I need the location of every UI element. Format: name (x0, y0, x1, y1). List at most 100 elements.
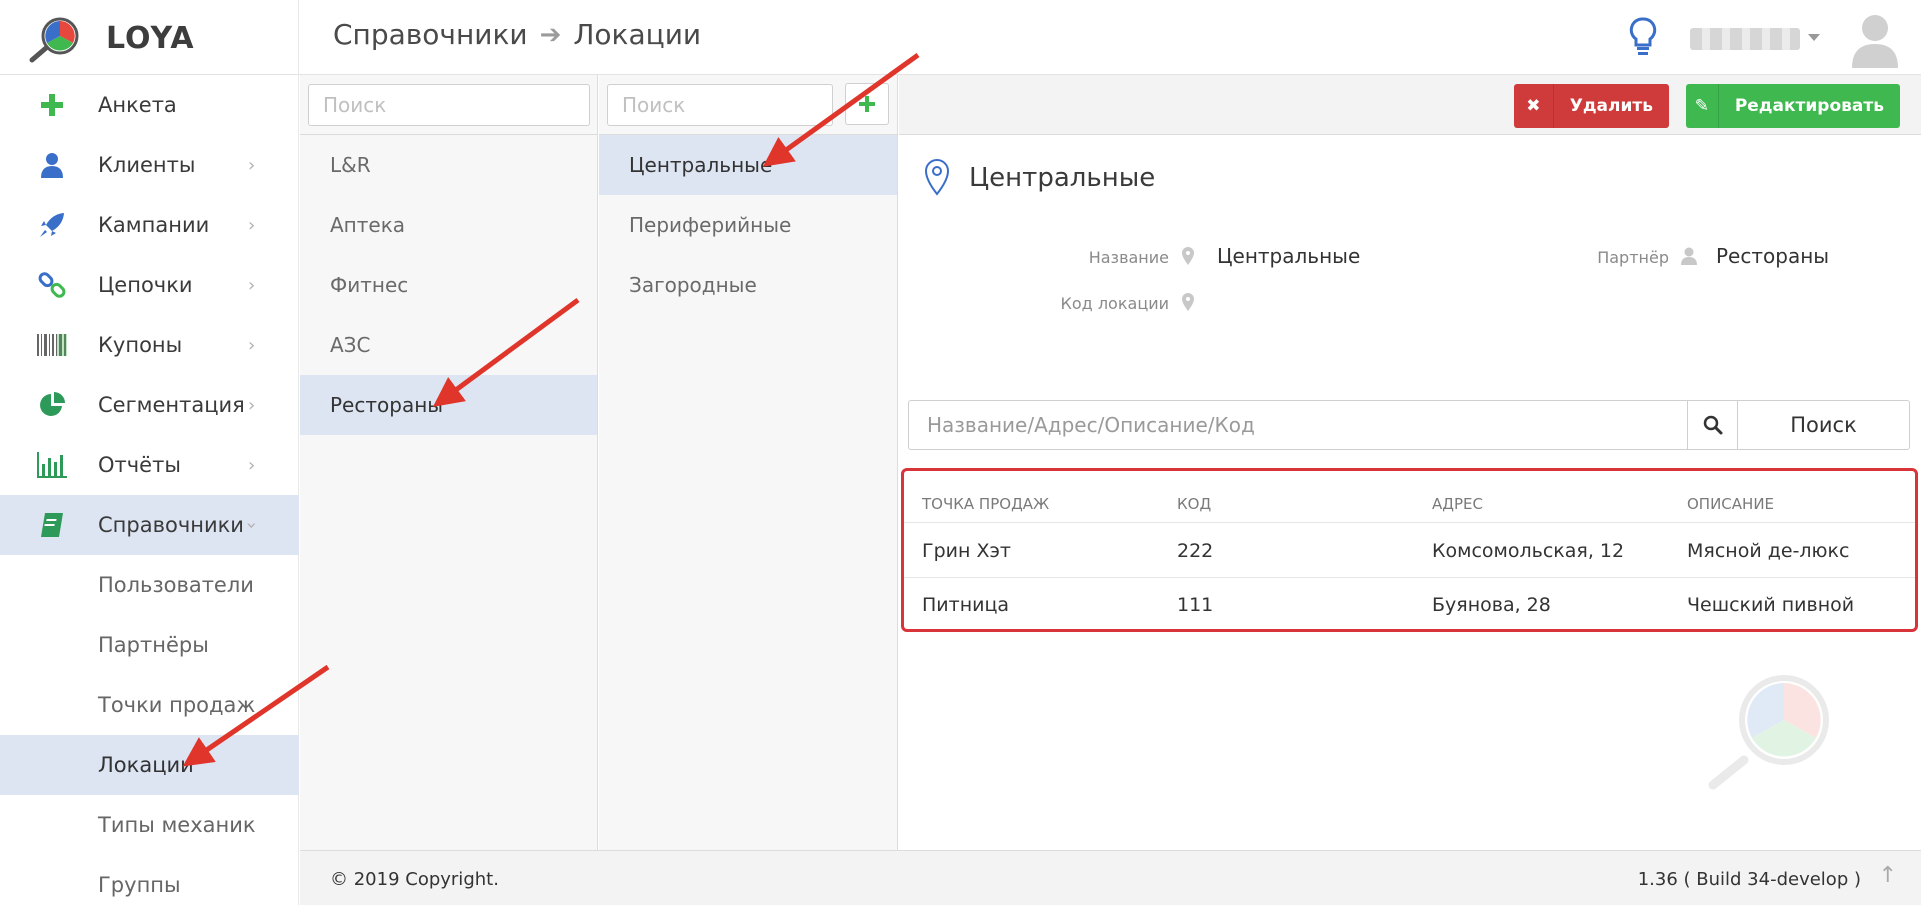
delete-button[interactable]: ✖ Удалить (1514, 84, 1669, 128)
table-cell: Буянова, 28 (1432, 594, 1551, 616)
edit-button[interactable]: ✎ Редактировать (1686, 84, 1900, 128)
partner-item[interactable]: Аптека (300, 195, 597, 255)
add-location-button[interactable] (845, 83, 889, 125)
location-item[interactable]: Периферийные (599, 195, 897, 255)
breadcrumb-current: Локации (573, 18, 702, 51)
sidebar-item-clients[interactable]: Клиенты › (0, 135, 299, 195)
map-pin-icon (1182, 247, 1194, 265)
partner-item[interactable]: L&R (300, 135, 597, 195)
user-name-blurred[interactable] (1690, 28, 1800, 50)
partner-item[interactable]: АЗС (300, 315, 597, 375)
table-cell: Грин Хэт (922, 540, 1011, 562)
sidebar-item-label: Справочники (98, 513, 244, 537)
sidebar-item-coupons[interactable]: Купоны › (0, 315, 299, 375)
edit-label: Редактировать (1734, 96, 1884, 116)
partner-item-selected[interactable]: Рестораны (300, 375, 597, 435)
location-item[interactable]: Загородные (599, 255, 897, 315)
column-header[interactable]: КОД (1177, 495, 1211, 513)
partner-item[interactable]: Фитнес (300, 255, 597, 315)
chevron-right-icon: › (248, 334, 256, 356)
sidebar-subitem-label: Точки продаж (98, 693, 256, 717)
app-root: LOYA Справочники ➔ Локации Анкета Клиент… (0, 0, 1921, 905)
partner-value: Рестораны (1716, 244, 1830, 268)
sidebar-subitem-groups[interactable]: Группы (0, 855, 299, 905)
table-cell: Мясной де-люкс (1687, 540, 1850, 562)
pencil-icon: ✎ (1686, 84, 1719, 128)
lightbulb-icon[interactable] (1628, 16, 1658, 58)
plus-icon (859, 96, 875, 112)
locations-search-input[interactable] (607, 84, 833, 126)
close-icon: ✖ (1514, 84, 1554, 128)
sidebar-item-directories[interactable]: Справочники › (0, 495, 299, 555)
sidebar-item-label: Анкета (98, 93, 177, 117)
partners-search-bar (300, 75, 597, 135)
table-cell: Комсомольская, 12 (1432, 540, 1625, 562)
partners-column: L&R Аптека Фитнес АЗС Рестораны (300, 75, 598, 850)
rocket-icon (36, 209, 68, 241)
table-cell: Питница (922, 594, 1010, 616)
table-cell: 222 (1177, 540, 1214, 562)
partner-label: Партнёр (1597, 248, 1669, 267)
points-search-input[interactable] (908, 400, 1687, 450)
detail-toolbar: ✖ Удалить ✎ Редактировать (899, 75, 1921, 135)
sidebar-item-label: Отчёты (98, 453, 181, 477)
sidebar-item-label: Клиенты (98, 153, 196, 177)
app-name: LOYA (106, 21, 195, 56)
search-icon (1703, 415, 1722, 435)
sidebar-subitem-partners[interactable]: Партнёры (0, 615, 299, 675)
divider (904, 522, 1915, 523)
table-cell: 111 (1177, 594, 1214, 616)
sidebar-item-form[interactable]: Анкета (0, 75, 299, 135)
chevron-right-icon: › (248, 154, 256, 176)
copyright-text: © 2019 Copyright. (330, 869, 499, 890)
search-button[interactable]: Поиск (1737, 400, 1910, 450)
avatar[interactable] (1848, 10, 1903, 68)
chevron-right-icon: › (248, 214, 256, 236)
user-icon (36, 149, 68, 181)
map-pin-icon (1182, 293, 1194, 311)
sidebar-subitem-label: Группы (98, 873, 181, 897)
locations-search-bar (599, 75, 897, 135)
partners-search-input[interactable] (308, 84, 590, 126)
footer: © 2019 Copyright. 1.36 ( Build 34-develo… (300, 850, 1921, 905)
sidebar-subitem-locations[interactable]: Локации (0, 735, 299, 795)
sidebar-item-segmentation[interactable]: Сегментация › (0, 375, 299, 435)
table-cell: Чешский пивной (1687, 594, 1855, 616)
locations-column: Центральные Периферийные Загородные (599, 75, 898, 850)
column-header[interactable]: ОПИСАНИЕ (1687, 495, 1774, 513)
sidebar-subitem-label: Пользователи (98, 573, 254, 597)
column-header[interactable]: ТОЧКА ПРОДАЖ (922, 495, 1049, 513)
chevron-down-icon[interactable] (1808, 34, 1820, 41)
sidebar-subitem-label: Локации (98, 753, 194, 777)
arrow-up-icon[interactable]: ↑ (1879, 863, 1897, 888)
search-icon-button[interactable] (1687, 400, 1738, 450)
user-icon (1681, 247, 1697, 265)
chevron-right-icon: › (248, 394, 256, 416)
column-header[interactable]: АДРЕС (1432, 495, 1483, 513)
sidebar-item-reports[interactable]: Отчёты › (0, 435, 299, 495)
breadcrumb-parent[interactable]: Справочники (333, 18, 528, 51)
sidebar-subitem-label: Типы механик (98, 813, 256, 837)
detail-title: Центральные (969, 163, 1156, 193)
sidebar-item-chains[interactable]: Цепочки › (0, 255, 299, 315)
breadcrumb: Справочники ➔ Локации (333, 18, 701, 51)
chevron-right-icon: › (248, 454, 256, 476)
sidebar-subitem-mechanic-types[interactable]: Типы механик (0, 795, 299, 855)
logo-watermark-icon (1708, 675, 1829, 790)
sidebar-item-campaigns[interactable]: Кампании › (0, 195, 299, 255)
version-text: 1.36 ( Build 34-develop ) (1637, 869, 1861, 890)
location-item-selected[interactable]: Центральные (599, 135, 897, 195)
pie-chart-icon (36, 389, 68, 421)
logo[interactable]: LOYA (0, 0, 299, 75)
sidebar-subitem-users[interactable]: Пользователи (0, 555, 299, 615)
divider (904, 577, 1915, 578)
location-code-label: Код локации (1060, 294, 1169, 313)
top-header: LOYA Справочники ➔ Локации (0, 0, 1921, 75)
bar-chart-icon (36, 449, 68, 481)
sidebar-item-label: Кампании (98, 213, 210, 237)
location-detail: ✖ Удалить ✎ Редактировать Центральные На… (899, 75, 1921, 850)
logo-icon (29, 17, 79, 63)
sidebar-item-label: Цепочки (98, 273, 193, 297)
sidebar: Анкета Клиенты › Кампании › Цепочки › Ку… (0, 75, 299, 905)
sidebar-subitem-points-of-sale[interactable]: Точки продаж (0, 675, 299, 735)
